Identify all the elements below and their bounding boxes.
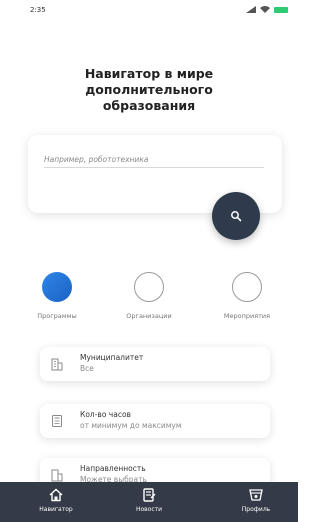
building-icon (51, 469, 63, 482)
tab-events-label: Мероприятия (223, 312, 271, 320)
nav-profile[interactable]: Профиль (216, 482, 296, 522)
page-title: Навигатор в мире дополнительного образов… (84, 66, 214, 113)
nav-news[interactable]: Новости (109, 482, 189, 522)
signal-icon (246, 6, 256, 13)
filter-municipality-value: Все (80, 364, 94, 373)
events-circle-icon (232, 272, 262, 302)
search-input[interactable] (44, 151, 264, 168)
category-tabs: Программы Организации Мероприятия (0, 272, 298, 322)
filter-direction-title: Направленность (80, 464, 146, 473)
nav-navigator[interactable]: Навигатор (16, 482, 96, 522)
nav-profile-label: Профиль (241, 506, 271, 513)
profile-icon (249, 489, 263, 501)
tab-programs[interactable]: Программы (17, 272, 97, 320)
home-icon (49, 488, 63, 502)
tab-events[interactable]: Мероприятия (207, 272, 287, 320)
search-icon (231, 211, 242, 222)
wifi-icon (260, 6, 270, 13)
news-icon (143, 488, 156, 502)
tab-organizations-label: Организации (126, 312, 172, 320)
filter-municipality[interactable]: Муниципалитет Все (40, 347, 270, 381)
nav-navigator-label: Навигатор (39, 506, 73, 513)
battery-icon (274, 6, 288, 13)
building-icon (51, 358, 63, 371)
status-time: 2:35 (30, 6, 46, 14)
programs-circle-icon (42, 272, 72, 302)
filter-hours-title: Кол-во часов (80, 410, 131, 419)
nav-news-label: Новости (135, 506, 163, 513)
status-bar: 2:35 (0, 0, 298, 22)
search-button[interactable] (212, 192, 260, 240)
tab-organizations[interactable]: Организации (109, 272, 189, 320)
bottom-nav: Навигатор Новости Профиль (0, 482, 298, 522)
organizations-circle-icon (134, 272, 164, 302)
tab-programs-label: Программы (37, 312, 77, 320)
calculator-icon (52, 415, 62, 427)
filter-hours[interactable]: Кол-во часов от минимум до максимум (40, 404, 270, 438)
filter-hours-value: от минимум до максимум (80, 421, 182, 430)
filter-municipality-title: Муниципалитет (80, 353, 144, 362)
status-icons (246, 6, 288, 13)
